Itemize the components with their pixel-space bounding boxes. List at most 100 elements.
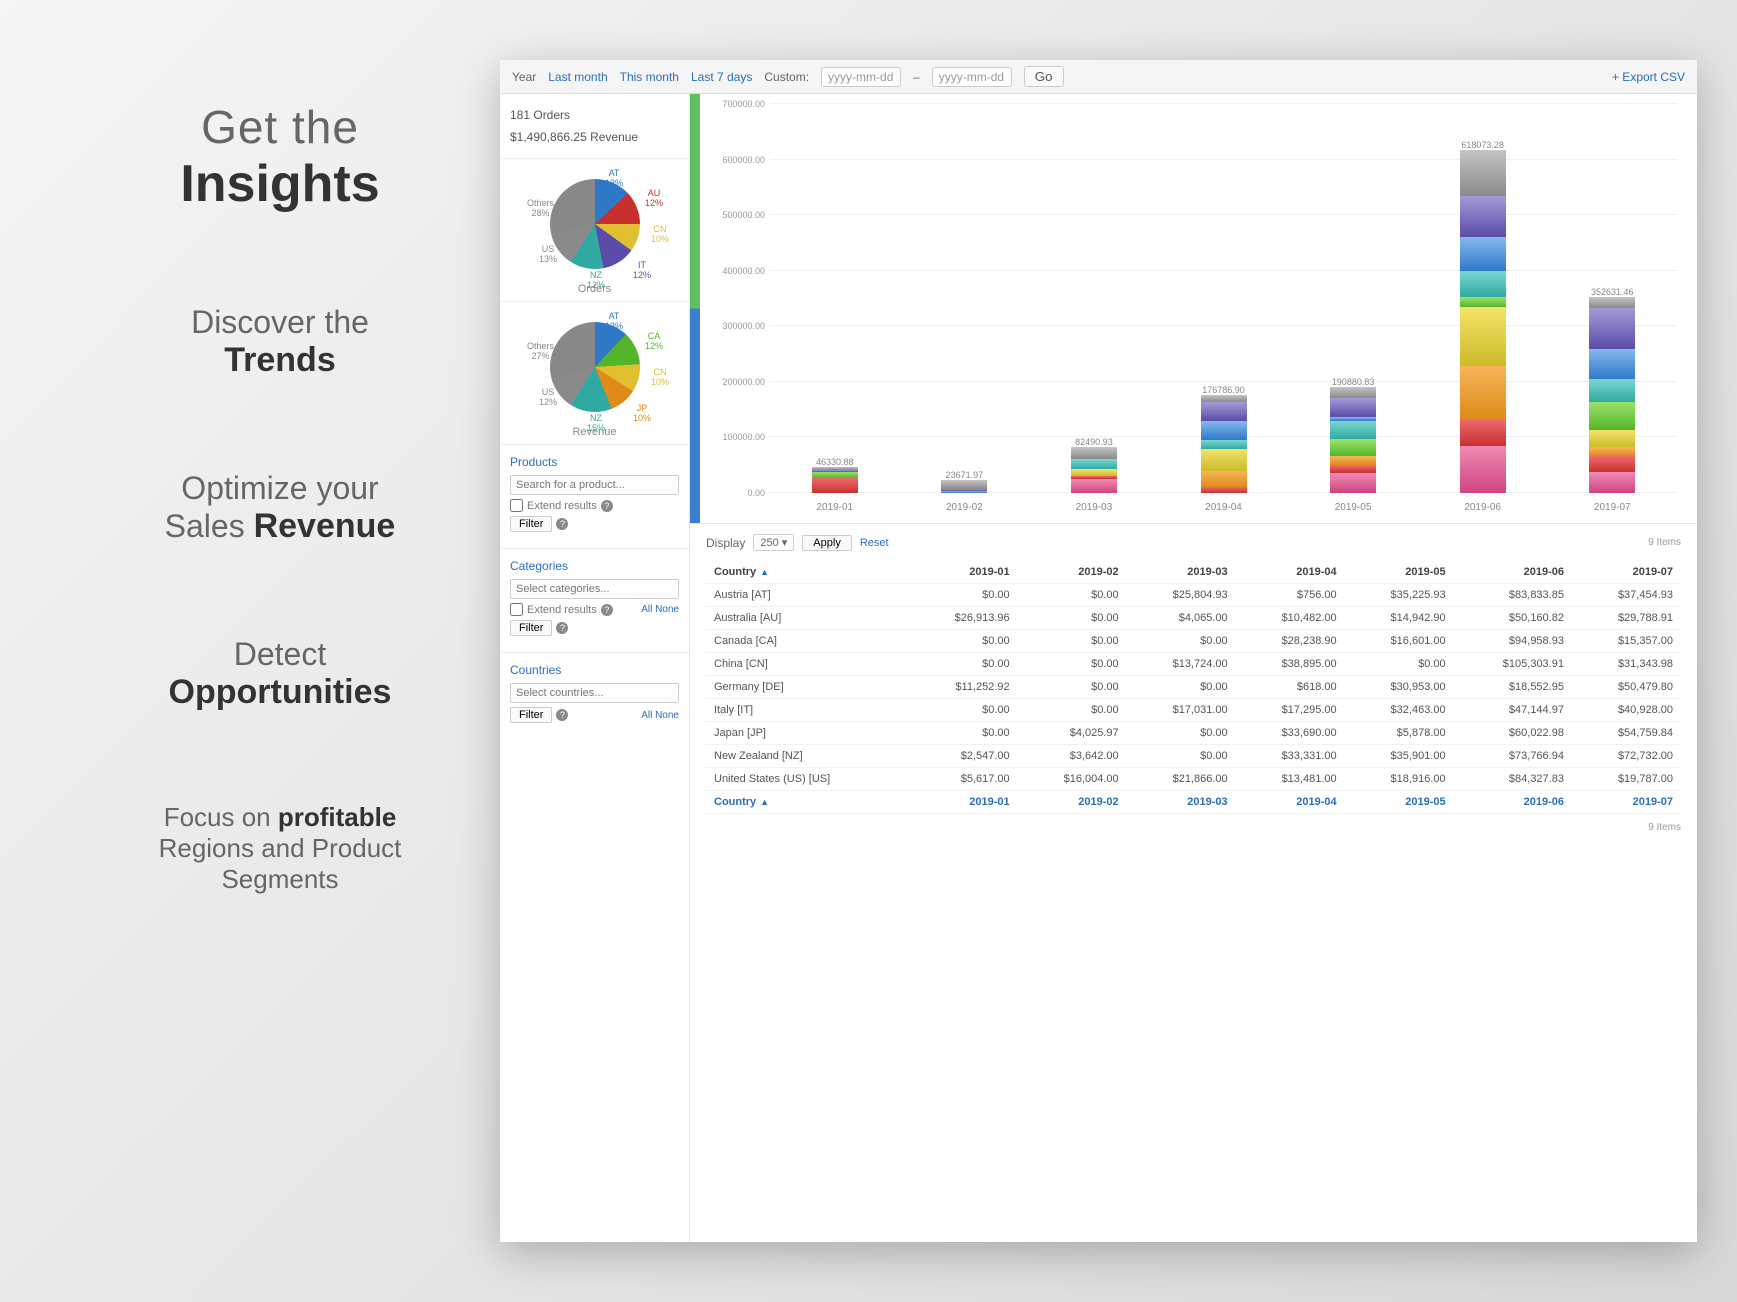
table-row[interactable]: Germany [DE]$11,252.92$0.00$0.00$618.00$… <box>706 676 1681 699</box>
kpi-orders: 181 Orders <box>510 104 679 126</box>
kpi-revenue: $1,490,866.25 Revenue <box>510 126 679 148</box>
sidebar: 181 Orders $1,490,866.25 Revenue AT13%AU… <box>500 94 690 1242</box>
products-filter-button[interactable]: Filter <box>510 516 552 532</box>
products-filter: Products Extend results ? Filter ? <box>500 445 689 549</box>
date-to-input[interactable]: yyyy-mm-dd <box>932 67 1012 87</box>
categories-extend-checkbox[interactable] <box>510 603 523 616</box>
bar-segment[interactable] <box>1589 472 1635 493</box>
data-table-zone: Display 250 ▾ Apply Reset 9 Items Countr… <box>690 524 1697 853</box>
range-last-month[interactable]: Last month <box>548 70 607 84</box>
help-icon[interactable]: ? <box>556 622 568 634</box>
pie-label: US13% <box>539 244 557 264</box>
bar-segment[interactable] <box>1330 421 1376 439</box>
bar-segment[interactable] <box>812 478 858 493</box>
bar-segment[interactable] <box>941 491 987 493</box>
categories-filter-button[interactable]: Filter <box>510 620 552 636</box>
bar-segment[interactable] <box>1071 469 1117 477</box>
table-row[interactable]: Australia [AU]$26,913.96$0.00$4,065.00$1… <box>706 607 1681 630</box>
table-row[interactable]: China [CN]$0.00$0.00$13,724.00$38,895.00… <box>706 653 1681 676</box>
bar-segment[interactable] <box>1589 430 1635 447</box>
export-csv-link[interactable]: + Export CSV <box>1612 70 1685 84</box>
table-row[interactable]: Austria [AT]$0.00$0.00$25,804.93$756.00$… <box>706 584 1681 607</box>
column-header[interactable]: Country▲ <box>706 561 909 584</box>
headline-1a: Get the <box>60 100 500 154</box>
display-count-select[interactable]: 250 ▾ <box>753 534 794 551</box>
bar-segment[interactable] <box>1330 465 1376 473</box>
reset-link[interactable]: Reset <box>860 537 889 549</box>
column-header[interactable]: 2019-01 <box>909 561 1018 584</box>
help-icon[interactable]: ? <box>601 500 613 512</box>
bar-segment[interactable] <box>1589 456 1635 473</box>
bar-segment[interactable] <box>1201 471 1247 487</box>
table-row[interactable]: Canada [CA]$0.00$0.00$0.00$28,238.90$16,… <box>706 630 1681 653</box>
table-row[interactable]: New Zealand [NZ]$2,547.00$3,642.00$0.00$… <box>706 745 1681 768</box>
orders-pie: AT13%AU12%CN10%IT12%NZ12%US13%Others28% … <box>500 159 689 302</box>
bar-segment[interactable] <box>1330 387 1376 398</box>
go-button[interactable]: Go <box>1024 66 1064 87</box>
bar-segment[interactable] <box>1330 439 1376 456</box>
bar-segment[interactable] <box>1589 297 1635 308</box>
bar-segment[interactable] <box>1201 402 1247 421</box>
bar-segment[interactable] <box>1460 446 1506 493</box>
table-row[interactable]: United States (US) [US]$5,617.00$16,004.… <box>706 768 1681 791</box>
categories-input[interactable] <box>510 579 679 599</box>
bar-segment[interactable] <box>1589 447 1635 456</box>
bar-segment[interactable] <box>1460 196 1506 237</box>
column-header[interactable]: 2019-06 <box>1454 561 1572 584</box>
bar-segment[interactable] <box>1460 419 1506 447</box>
bar-segment[interactable] <box>1589 402 1635 430</box>
pie-label: NZ15% <box>587 413 605 433</box>
bar-segment[interactable] <box>941 480 987 489</box>
revenue-chart: 0.00100000.00200000.00300000.00400000.00… <box>690 94 1697 524</box>
pie-label: AU12% <box>645 188 663 208</box>
range-last-7-days[interactable]: Last 7 days <box>691 70 752 84</box>
pie-label: NZ12% <box>587 270 605 290</box>
products-extend-checkbox[interactable] <box>510 499 523 512</box>
range-year[interactable]: Year <box>512 70 536 84</box>
column-header[interactable]: 2019-04 <box>1236 561 1345 584</box>
bar-segment[interactable] <box>1330 456 1376 465</box>
date-toolbar: Year Last month This month Last 7 days C… <box>500 60 1697 94</box>
apply-button[interactable]: Apply <box>802 535 852 551</box>
countries-filter-button[interactable]: Filter <box>510 707 552 723</box>
bar-segment[interactable] <box>1071 459 1117 468</box>
categories-all-none[interactable]: All None <box>641 604 679 615</box>
headline-4b: Opportunities <box>60 673 500 712</box>
bar-segment[interactable] <box>1589 349 1635 379</box>
bar-segment[interactable] <box>1071 447 1117 459</box>
column-header[interactable]: 2019-05 <box>1345 561 1454 584</box>
bar-segment[interactable] <box>1201 421 1247 440</box>
table-row[interactable]: Italy [IT]$0.00$0.00$17,031.00$17,295.00… <box>706 699 1681 722</box>
bar-segment[interactable] <box>1460 237 1506 270</box>
bar-segment[interactable] <box>1201 440 1247 450</box>
headline-2a: Discover the <box>60 304 500 341</box>
bar-segment[interactable] <box>1330 398 1376 418</box>
countries-filter: Countries Filter ? All None <box>500 653 689 739</box>
column-header[interactable]: 2019-03 <box>1127 561 1236 584</box>
range-this-month[interactable]: This month <box>620 70 679 84</box>
table-row[interactable]: Japan [JP]$0.00$4,025.97$0.00$33,690.00$… <box>706 722 1681 745</box>
bar-segment[interactable] <box>1460 150 1506 197</box>
pie-label: Others27% <box>527 341 554 361</box>
bar-segment[interactable] <box>1201 395 1247 402</box>
pie-label: JP10% <box>633 403 651 423</box>
countries-input[interactable] <box>510 683 679 703</box>
column-header[interactable]: 2019-07 <box>1572 561 1681 584</box>
date-from-input[interactable]: yyyy-mm-dd <box>821 67 901 87</box>
bar-segment[interactable] <box>1201 449 1247 471</box>
bar-segment[interactable] <box>1589 379 1635 402</box>
product-search-input[interactable] <box>510 475 679 495</box>
bar-segment[interactable] <box>1460 297 1506 307</box>
help-icon[interactable]: ? <box>601 604 613 616</box>
bar-segment[interactable] <box>1460 366 1506 419</box>
bar-segment[interactable] <box>1071 479 1117 493</box>
help-icon[interactable]: ? <box>556 709 568 721</box>
help-icon[interactable]: ? <box>556 518 568 530</box>
column-header[interactable]: 2019-02 <box>1018 561 1127 584</box>
countries-all-none[interactable]: All None <box>641 710 679 721</box>
marketing-copy: Get the Insights Discover the Trends Opt… <box>60 60 500 1242</box>
bar-segment[interactable] <box>1460 307 1506 366</box>
bar-segment[interactable] <box>1460 271 1506 297</box>
bar-segment[interactable] <box>1330 473 1376 493</box>
bar-segment[interactable] <box>1589 308 1635 348</box>
